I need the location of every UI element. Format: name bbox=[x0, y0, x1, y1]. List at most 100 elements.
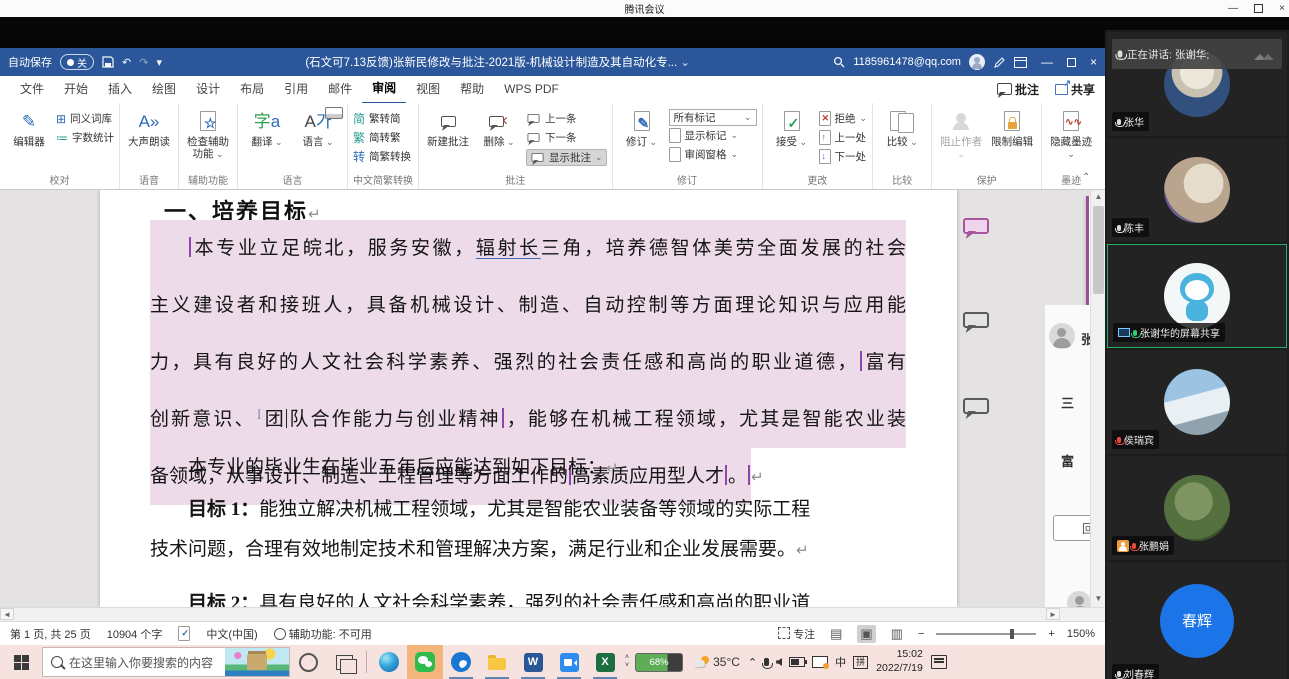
pen-icon[interactable] bbox=[993, 56, 1006, 69]
read-aloud-button[interactable]: A» 大声朗读 bbox=[125, 106, 173, 149]
read-mode-icon[interactable]: ▤ bbox=[827, 625, 845, 643]
track-changes-button[interactable]: ✎ 修订 bbox=[618, 106, 666, 148]
tab-view[interactable]: 视图 bbox=[406, 76, 450, 103]
word-app-button[interactable]: W bbox=[515, 645, 551, 679]
comment-balloon-icon[interactable] bbox=[963, 218, 989, 234]
tab-wps-pdf[interactable]: WPS PDF bbox=[494, 76, 569, 103]
edge-button[interactable] bbox=[371, 645, 407, 679]
account-avatar[interactable] bbox=[968, 54, 985, 70]
simp-to-trad-button[interactable]: 繁简转繁 bbox=[353, 130, 411, 145]
document-title[interactable]: (石文可7.13反馈)张新民修改与批注-2021版-机械设计制造及其自动化专..… bbox=[170, 54, 825, 70]
spellcheck-icon[interactable]: ✓ bbox=[178, 626, 191, 641]
trad-to-simp-button[interactable]: 简繁转简 bbox=[353, 111, 411, 126]
horizontal-scrollbar[interactable] bbox=[0, 607, 1105, 621]
autosave-toggle[interactable]: 关 bbox=[60, 54, 94, 70]
search-decoration-image[interactable] bbox=[225, 648, 289, 676]
tab-references[interactable]: 引用 bbox=[274, 76, 318, 103]
previous-comment-button[interactable]: 上一条 bbox=[526, 111, 607, 126]
accept-button[interactable]: ✓ 接受 bbox=[768, 106, 816, 148]
undo-icon[interactable]: ↶ bbox=[122, 56, 131, 69]
show-comments-button[interactable]: 显示批注 bbox=[526, 149, 607, 166]
tab-insert[interactable]: 插入 bbox=[98, 76, 142, 103]
markup-select[interactable]: 所有标记 bbox=[668, 109, 757, 126]
excel-app-button[interactable]: X bbox=[587, 645, 623, 679]
delete-comment-button[interactable]: ✕删除 bbox=[475, 106, 523, 148]
translate-button[interactable]: 字 a 翻译 bbox=[243, 106, 291, 149]
page-indicator[interactable]: 第 1 页, 共 25 页 bbox=[10, 626, 91, 642]
document-page[interactable]: 一、培养目标↵ 本专业立足皖北，服务安徽，辐射长三角，培养德智体美劳全面发展的社… bbox=[100, 190, 957, 607]
tab-mailings[interactable]: 邮件 bbox=[318, 76, 362, 103]
battery-widget[interactable]: 68% bbox=[635, 652, 684, 672]
new-comment-button[interactable]: 新建批注 bbox=[424, 106, 472, 148]
account-email[interactable]: 1185961478@qq.com bbox=[853, 56, 961, 68]
print-layout-icon[interactable]: ▣ bbox=[857, 624, 876, 643]
reject-button[interactable]: ✕ 拒绝 bbox=[818, 111, 868, 126]
close-icon[interactable]: × bbox=[1279, 3, 1285, 14]
notification-center-icon[interactable] bbox=[930, 655, 947, 669]
comments-button[interactable]: 批注 bbox=[996, 81, 1039, 98]
zoom-in-icon[interactable]: + bbox=[1048, 628, 1054, 640]
accessibility-status[interactable]: 辅助功能: 不可用 bbox=[273, 626, 372, 642]
word-count-indicator[interactable]: 10904 个字 bbox=[107, 626, 163, 642]
restrict-editing-button[interactable]: 限制编辑 bbox=[988, 106, 1036, 148]
ribbon-options-icon[interactable] bbox=[1013, 56, 1027, 68]
scroll-up-icon[interactable]: ▲ bbox=[1091, 190, 1105, 204]
show-markup-button[interactable]: 显示标记 bbox=[668, 128, 757, 143]
zoom-slider[interactable] bbox=[936, 628, 1037, 639]
participant-tile[interactable]: 春辉 刘春辉 bbox=[1107, 562, 1287, 679]
start-button[interactable] bbox=[0, 645, 42, 679]
tab-review[interactable]: 审阅 bbox=[362, 75, 407, 104]
tab-design[interactable]: 设计 bbox=[186, 76, 230, 103]
file-explorer-button[interactable] bbox=[479, 645, 515, 679]
keyboard-icon[interactable] bbox=[325, 107, 343, 119]
participant-tile-sharing[interactable]: 张谢华的屏幕共享 bbox=[1107, 244, 1287, 348]
word-restore-icon[interactable] bbox=[1066, 57, 1076, 67]
compare-button[interactable]: 比较 bbox=[878, 106, 926, 148]
restore-icon[interactable] bbox=[1254, 4, 1264, 13]
tab-draw[interactable]: 绘图 bbox=[142, 76, 186, 103]
vertical-scrollbar[interactable]: ▲ ▼ bbox=[1090, 190, 1105, 607]
search-icon[interactable] bbox=[833, 56, 845, 68]
pinyin-indicator[interactable]: 拼 bbox=[853, 655, 869, 669]
cortana-button[interactable] bbox=[290, 645, 326, 679]
browser-button[interactable] bbox=[443, 645, 479, 679]
participant-tile[interactable]: 陈丰 bbox=[1107, 138, 1287, 242]
participant-tile[interactable]: 张鹏娟 bbox=[1107, 456, 1287, 560]
reviewing-pane-button[interactable]: 审阅窗格 bbox=[668, 147, 757, 162]
wechat-button[interactable] bbox=[407, 645, 443, 679]
editor-button[interactable]: ✎ 编辑器 bbox=[5, 106, 53, 149]
tencent-meeting-button[interactable] bbox=[551, 645, 587, 679]
scroll-up-icon[interactable]: ˄ bbox=[625, 654, 629, 662]
microphone-tray-icon[interactable] bbox=[762, 658, 774, 669]
zoom-out-icon[interactable]: − bbox=[918, 628, 924, 640]
word-count-button[interactable]: ≔ 字数统计 bbox=[56, 130, 114, 145]
participant-tile[interactable]: 侯瑞宾 bbox=[1107, 350, 1287, 454]
previous-change-button[interactable]: ↑ 上一处 bbox=[818, 130, 868, 145]
scroll-down-icon[interactable]: ▼ bbox=[1091, 592, 1105, 606]
comment-balloon-icon[interactable] bbox=[963, 398, 989, 414]
task-view-button[interactable] bbox=[326, 645, 362, 679]
next-comment-button[interactable]: 下一条 bbox=[526, 130, 607, 145]
ime-mode-indicator[interactable]: 中 bbox=[835, 654, 846, 670]
zoom-slider-thumb[interactable] bbox=[1010, 628, 1015, 639]
battery-tray-icon[interactable] bbox=[789, 657, 808, 667]
focus-mode-button[interactable]: 专注 bbox=[778, 626, 815, 642]
taskbar-clock[interactable]: 15:02 2022/7/19 bbox=[876, 648, 923, 675]
web-layout-icon[interactable]: ▥ bbox=[888, 625, 906, 643]
comment-balloon-icon[interactable] bbox=[963, 312, 989, 328]
next-change-button[interactable]: ↓ 下一处 bbox=[818, 149, 868, 164]
hide-ink-button[interactable]: ∿∿ 隐藏墨迹 bbox=[1047, 106, 1095, 160]
taskbar-scroll-arrows[interactable]: ˄ ˅ bbox=[625, 654, 629, 669]
zoom-level[interactable]: 150% bbox=[1067, 628, 1095, 640]
tab-layout[interactable]: 布局 bbox=[230, 76, 274, 103]
check-accessibility-button[interactable]: ☆ 检查辅助功能 bbox=[184, 106, 232, 160]
display-cast-icon[interactable] bbox=[812, 656, 830, 669]
scroll-right-icon[interactable]: ► bbox=[1046, 608, 1060, 620]
word-minimize-icon[interactable]: — bbox=[1041, 55, 1053, 69]
minimize-icon[interactable]: — bbox=[1228, 3, 1238, 14]
tab-file[interactable]: 文件 bbox=[10, 76, 54, 103]
tab-help[interactable]: 帮助 bbox=[450, 76, 494, 103]
weather-widget[interactable]: 35°C bbox=[693, 655, 740, 669]
scroll-left-icon[interactable]: ◄ bbox=[0, 608, 14, 620]
share-button[interactable]: 共享 bbox=[1054, 78, 1095, 98]
